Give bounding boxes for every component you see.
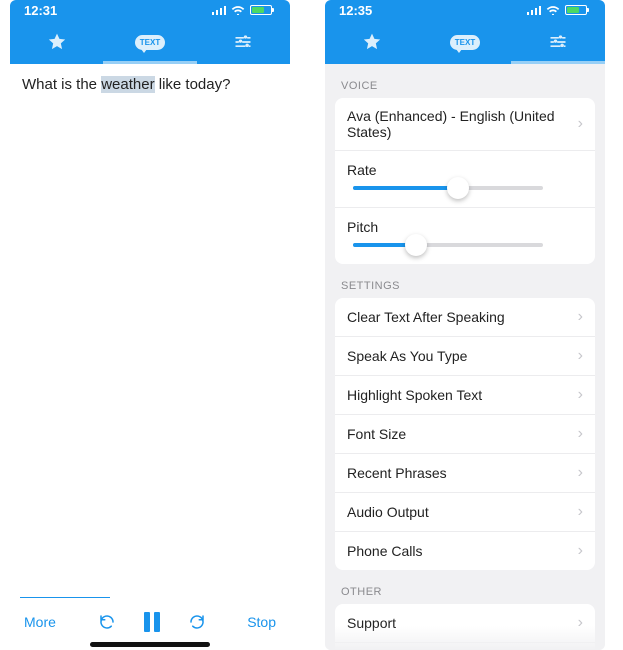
tab-favorites[interactable] <box>325 20 418 64</box>
chevron-right-icon: › <box>578 386 583 404</box>
chevron-right-icon: › <box>578 503 583 521</box>
settings-item-row[interactable]: Clear Text After Speaking › <box>335 298 595 336</box>
sliders-icon <box>233 32 253 52</box>
settings-scroll[interactable]: VOICE Ava (Enhanced) - English (United S… <box>325 64 605 650</box>
settings-item-row[interactable]: Font Size › <box>335 414 595 453</box>
chevron-right-icon: › <box>578 347 583 365</box>
star-icon <box>47 32 67 52</box>
tab-text[interactable]: TEXT <box>418 20 511 64</box>
battery-icon <box>565 5 587 15</box>
rewind-icon[interactable] <box>98 613 116 631</box>
tab-bar: TEXT <box>10 20 290 64</box>
settings-item-row[interactable]: Audio Output › <box>335 492 595 531</box>
settings-item-label: Clear Text After Speaking <box>347 309 505 325</box>
rate-slider-fill <box>353 186 458 190</box>
settings-item-label: Font Size <box>347 426 406 442</box>
voice-name: Ava (Enhanced) - English (United States) <box>347 108 578 140</box>
settings-item-label: Audio Output <box>347 504 429 520</box>
status-time: 12:31 <box>24 3 57 18</box>
other-item-label: Support <box>347 615 396 631</box>
phone-right: 12:35 TEXT VOICE Ava (Enhanced) - Eng <box>325 0 605 650</box>
other-item-row[interactable]: Share Text to Speech› <box>335 642 595 650</box>
settings-item-row[interactable]: Recent Phrases › <box>335 453 595 492</box>
phone-left: 12:31 TEXT What is the weather like toda… <box>10 0 290 650</box>
home-indicator[interactable] <box>90 642 210 647</box>
main-content: What is the weather like today? More Sto… <box>10 64 290 650</box>
settings-item-row[interactable]: Speak As You Type › <box>335 336 595 375</box>
chevron-right-icon: › <box>578 464 583 482</box>
tab-text[interactable]: TEXT <box>103 20 196 64</box>
pitch-label: Pitch <box>347 219 391 235</box>
tab-favorites[interactable] <box>10 20 103 64</box>
highlighted-word: weather <box>101 76 154 93</box>
sentence-pre: What is the <box>22 76 101 93</box>
star-icon <box>362 32 382 52</box>
chevron-right-icon: › <box>578 115 583 133</box>
stop-button[interactable]: Stop <box>247 614 276 630</box>
tab-settings[interactable] <box>512 20 605 64</box>
pitch-row: Pitch <box>335 207 595 264</box>
other-section-header: OTHER <box>325 570 605 604</box>
other-item-row[interactable]: Support › <box>335 604 595 642</box>
pitch-slider[interactable] <box>353 243 543 247</box>
text-bubble-icon: TEXT <box>450 35 480 50</box>
sentence-text[interactable]: What is the weather like today? <box>10 64 290 105</box>
settings-item-label: Speak As You Type <box>347 348 467 364</box>
sliders-icon <box>548 32 568 52</box>
tab-bar: TEXT <box>325 20 605 64</box>
status-icons <box>527 5 588 15</box>
chevron-right-icon: › <box>578 308 583 326</box>
wifi-icon <box>546 5 560 15</box>
status-bar: 12:31 <box>10 0 290 20</box>
voice-select-row[interactable]: Ava (Enhanced) - English (United States)… <box>335 98 595 150</box>
chevron-right-icon: › <box>578 542 583 560</box>
forward-icon[interactable] <box>188 613 206 631</box>
signal-icon <box>527 6 542 15</box>
battery-icon <box>250 5 272 15</box>
more-button[interactable]: More <box>24 614 56 630</box>
voice-section-header: VOICE <box>325 64 605 98</box>
status-time: 12:35 <box>339 3 372 18</box>
pitch-slider-thumb[interactable] <box>405 234 427 256</box>
wifi-icon <box>231 5 245 15</box>
signal-icon <box>212 6 227 15</box>
settings-item-label: Recent Phrases <box>347 465 447 481</box>
chevron-right-icon: › <box>578 614 583 632</box>
rate-label: Rate <box>347 162 391 178</box>
status-bar: 12:35 <box>325 0 605 20</box>
other-group: Support›Share Text to Speech›Rate in the… <box>335 604 595 650</box>
status-icons <box>212 5 273 15</box>
settings-item-row[interactable]: Highlight Spoken Text › <box>335 375 595 414</box>
settings-group: Clear Text After Speaking›Speak As You T… <box>335 298 595 570</box>
rate-slider-thumb[interactable] <box>447 177 469 199</box>
rate-slider[interactable] <box>353 186 543 190</box>
sentence-post: like today? <box>155 76 231 93</box>
pause-button[interactable] <box>144 612 160 632</box>
tab-settings[interactable] <box>197 20 290 64</box>
settings-section-header: SETTINGS <box>325 264 605 298</box>
settings-item-label: Highlight Spoken Text <box>347 387 482 403</box>
settings-item-row[interactable]: Phone Calls › <box>335 531 595 570</box>
voice-group: Ava (Enhanced) - English (United States)… <box>335 98 595 264</box>
chevron-right-icon: › <box>578 425 583 443</box>
settings-item-label: Phone Calls <box>347 543 423 559</box>
rate-row: Rate <box>335 150 595 207</box>
text-bubble-icon: TEXT <box>135 35 165 50</box>
